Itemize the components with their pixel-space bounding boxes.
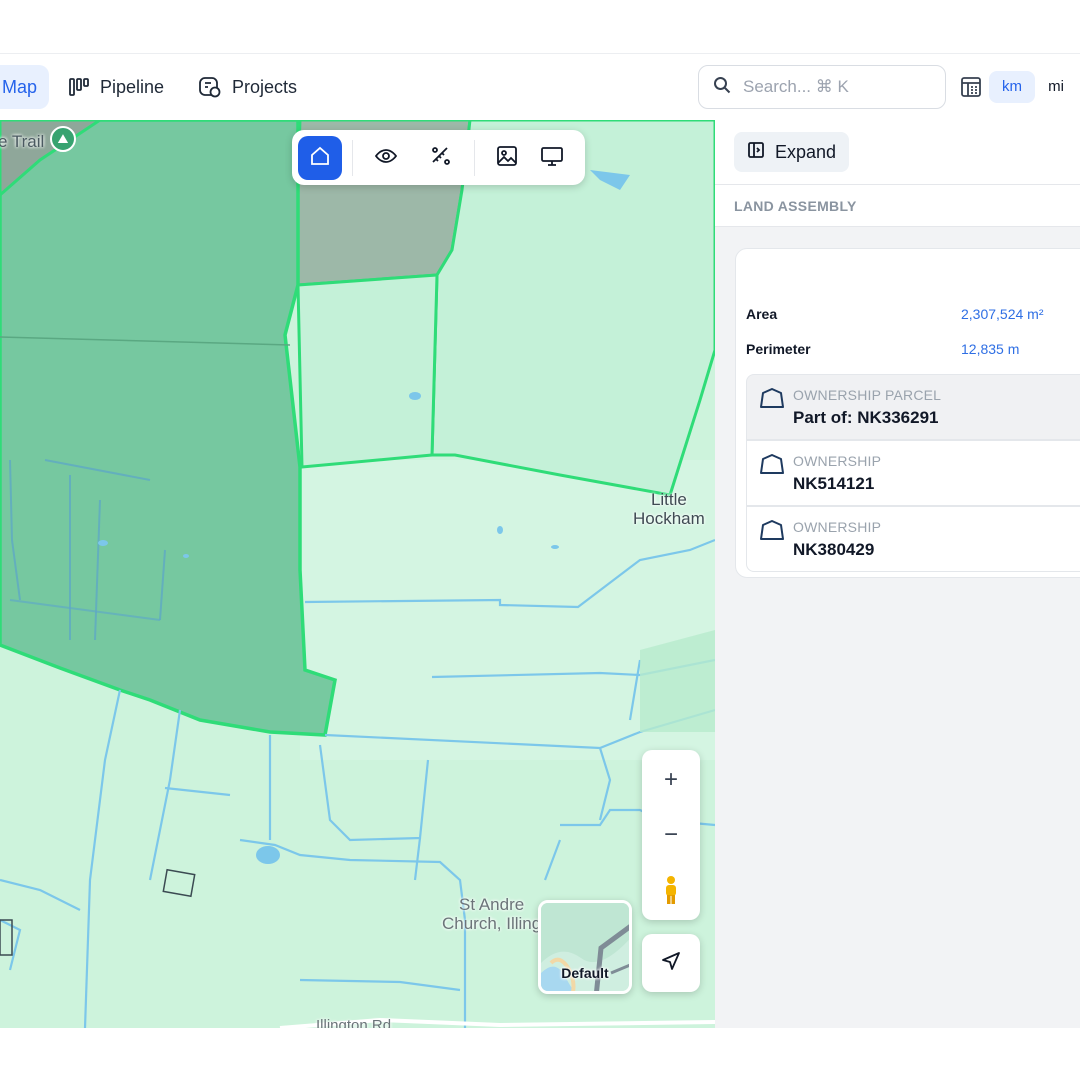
home-tool-button[interactable] xyxy=(298,136,342,180)
nav-pipeline[interactable]: Pipeline xyxy=(68,65,164,109)
unit-mi-button[interactable]: mi xyxy=(1040,71,1072,103)
top-navigation: Map Pipeline Projects km mi xyxy=(0,53,1080,121)
parcel-shape-icon xyxy=(759,519,785,546)
zoom-out-button[interactable]: − xyxy=(642,810,700,860)
parcel-shape-icon xyxy=(759,387,785,414)
parcel-id: NK380429 xyxy=(793,540,875,559)
pipeline-icon xyxy=(68,76,90,98)
nav-projects[interactable]: Projects xyxy=(198,65,297,109)
projects-icon xyxy=(198,75,222,99)
details-panel: Expand LAND ASSEMBLY Area 2,307,524 m² P… xyxy=(715,120,1080,1028)
expand-icon xyxy=(747,141,765,164)
search-box[interactable] xyxy=(698,65,946,109)
nav-map-label: Map xyxy=(2,76,38,97)
section-header: LAND ASSEMBLY xyxy=(715,185,1080,227)
measure-icon xyxy=(429,144,453,173)
map-canvas[interactable]: ⛰ e Trail Little Hockham St Andre Church… xyxy=(0,120,715,1028)
map-label-trail: e Trail xyxy=(0,132,45,151)
map-label-little-hockham: Little Hockham xyxy=(633,490,705,528)
parcel-id: Part of: NK336291 xyxy=(793,408,939,427)
parcel-type: OWNERSHIP xyxy=(793,519,882,535)
section-title: LAND ASSEMBLY xyxy=(734,198,857,214)
map-style-label: Default xyxy=(561,965,609,981)
parcel-row[interactable]: OWNERSHIP NK380429 xyxy=(746,506,1080,572)
measure-tool-button[interactable] xyxy=(419,136,463,180)
navigation-arrow-icon xyxy=(660,950,682,977)
panel-header: Expand xyxy=(715,120,1080,185)
map-style-switcher[interactable]: Default xyxy=(538,900,632,994)
street-view-pegman-icon[interactable] xyxy=(642,865,700,915)
trail-marker-icon[interactable]: ⛰ xyxy=(50,126,76,152)
toolbar-divider xyxy=(352,140,353,176)
zoom-controls: + − xyxy=(642,750,700,920)
image-icon xyxy=(495,144,519,173)
area-value: 2,307,524 m² xyxy=(961,306,1044,322)
search-input[interactable] xyxy=(741,76,935,98)
imagery-tool-button[interactable] xyxy=(485,136,529,180)
perimeter-label: Perimeter xyxy=(746,341,811,357)
locate-button[interactable] xyxy=(642,934,700,992)
display-tool-button[interactable] xyxy=(530,136,574,180)
monitor-icon xyxy=(540,144,564,173)
perimeter-value: 12,835 m xyxy=(961,341,1020,357)
nav-map[interactable]: Map xyxy=(0,65,49,109)
nav-pipeline-label: Pipeline xyxy=(100,76,165,97)
parcel-shape-icon xyxy=(759,453,785,480)
parcel-type: OWNERSHIP PARCEL xyxy=(793,387,942,403)
zoom-in-button[interactable]: + xyxy=(642,755,700,805)
map-label-church: St Andre Church, Illing xyxy=(442,895,542,933)
map-base-layer xyxy=(0,120,715,1028)
parcel-type: OWNERSHIP xyxy=(793,453,882,469)
visibility-tool-button[interactable] xyxy=(364,136,408,180)
parcel-id: NK514121 xyxy=(793,474,875,493)
map-label-road: Illington Rd xyxy=(316,1017,392,1028)
expand-label: Expand xyxy=(775,141,837,162)
home-icon xyxy=(309,145,331,172)
land-assembly-card: Area 2,307,524 m² Perimeter 12,835 m OWN… xyxy=(735,248,1080,578)
parcel-row[interactable]: OWNERSHIP NK514121 xyxy=(746,440,1080,506)
nav-projects-label: Projects xyxy=(232,76,298,97)
unit-km-button[interactable]: km xyxy=(989,71,1035,103)
toolbar-divider xyxy=(474,140,475,176)
expand-button[interactable]: Expand xyxy=(734,132,849,172)
search-icon xyxy=(713,76,731,99)
map-toolbar xyxy=(292,130,585,185)
parcel-row[interactable]: OWNERSHIP PARCEL Part of: NK336291 xyxy=(746,374,1080,440)
area-label: Area xyxy=(746,306,778,322)
layout-toggle-icon[interactable] xyxy=(960,76,982,103)
eye-icon xyxy=(374,144,398,173)
